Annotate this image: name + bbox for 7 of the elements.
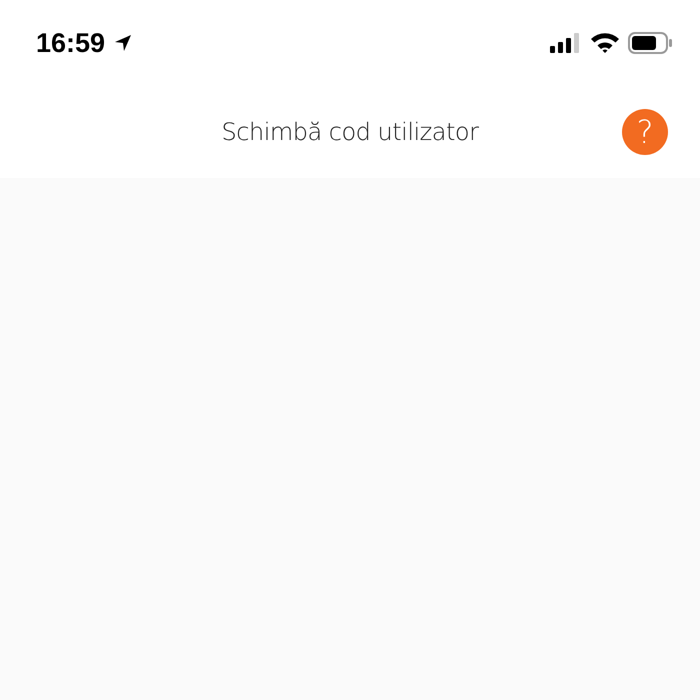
page-title: Schimbă cod utilizator bbox=[222, 118, 478, 146]
battery-icon bbox=[628, 32, 672, 54]
help-button[interactable]: ? bbox=[622, 109, 668, 155]
wifi-icon bbox=[590, 32, 620, 54]
status-time: 16:59 bbox=[36, 28, 106, 58]
location-arrow-icon bbox=[113, 33, 134, 53]
signal-icon bbox=[550, 33, 582, 53]
